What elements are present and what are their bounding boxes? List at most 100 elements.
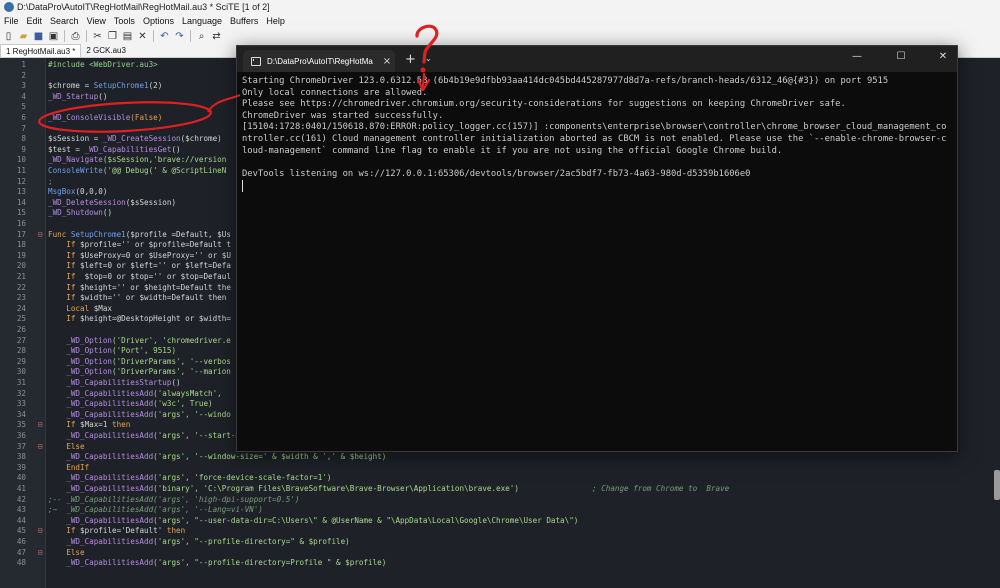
code-text: Func SetupChrome1($profile =Default, $Us (48, 230, 231, 241)
code-token: ('DriverParams', '--marion (112, 367, 231, 377)
maximize-icon[interactable]: ☐ (891, 51, 911, 62)
line-number: 42 (16, 494, 26, 504)
new-file-icon[interactable]: ▯ (2, 30, 15, 43)
line-number: 4 (21, 91, 26, 101)
line-number: 32 (16, 388, 26, 398)
code-text: If $height=@DesktopHeight or $width= (48, 314, 231, 325)
line-number: 14 (16, 197, 26, 207)
close-tab-icon[interactable]: × (379, 56, 395, 67)
print-icon[interactable]: ⎙ (69, 30, 82, 43)
code-text: _WD_CapabilitiesAdd('args', "--user-data… (48, 516, 578, 527)
code-text: Else (48, 548, 84, 559)
fold-marker-icon[interactable]: ⊟ (36, 442, 44, 453)
menu-options[interactable]: Options (139, 14, 178, 28)
code-text: _WD_CapabilitiesAdd('args', '--window-si… (48, 452, 386, 463)
screen: D:\DataPro\AutoIT\RegHotMail\RegHotMail.… (0, 0, 1000, 588)
line-number: 26 (16, 325, 26, 334)
line-number: 6 (21, 113, 26, 122)
code-token: ($sSession,'brave://version (102, 155, 227, 165)
code-text: _WD_Option('Driver', 'chromedriver.e (48, 336, 231, 347)
code-text: MsgBox(0,0,0) (48, 187, 107, 198)
text-cursor (242, 180, 243, 193)
line-number: 3 (21, 81, 26, 91)
redo-icon[interactable]: ↷ (173, 30, 186, 43)
terminal-window[interactable]: D:\DataPro\AutoIT\RegHotMa × + ⌄ — ☐ ✕ S… (236, 45, 958, 452)
code-token: Func (48, 229, 71, 239)
menu-view[interactable]: View (83, 14, 110, 28)
code-text: ;~ _WD_CapabilitiesAdd('args', '--Lang=v… (48, 505, 263, 516)
scite-app-icon (4, 2, 14, 12)
fold-marker-icon[interactable]: ⊟ (36, 420, 44, 431)
code-text: _WD_CapabilitiesAdd('args', 'force-devic… (48, 473, 331, 484)
code-text: _WD_ConsoleVisible(False) (48, 113, 162, 124)
code-text: _WD_CapabilitiesStartup() (48, 378, 180, 389)
line-number: 1 (21, 60, 26, 69)
toolbar-separator (153, 30, 154, 42)
scrollbar-thumb[interactable] (994, 470, 1000, 500)
menu-tools[interactable]: Tools (110, 14, 139, 28)
code-text: _WD_CapabilitiesAdd('args', '--windo (48, 410, 231, 421)
code-text: If $profile='Default' then (48, 526, 185, 537)
line-number: 33 (16, 399, 26, 409)
minimize-icon[interactable]: — (847, 51, 867, 62)
delete-icon[interactable]: ✕ (136, 30, 149, 43)
code-token: ; Change from Chrome to Brave (518, 484, 730, 493)
fold-marker-icon[interactable]: ⊟ (36, 548, 44, 559)
terminal-output[interactable]: Starting ChromeDriver 123.0.6312.58 (6b4… (242, 76, 948, 446)
chevron-down-icon[interactable]: ⌄ (425, 54, 432, 63)
code-token: ($chrome) (180, 134, 222, 144)
save-all-icon[interactable]: ▣ (47, 30, 60, 43)
menu-language[interactable]: Language (178, 14, 226, 28)
code-token: Local (48, 303, 94, 313)
menu-help[interactable]: Help (262, 14, 289, 28)
menu-search[interactable]: Search (46, 14, 83, 28)
terminal-tab[interactable]: D:\DataPro\AutoIT\RegHotMa × (243, 50, 395, 72)
terminal-tab-bar: D:\DataPro\AutoIT\RegHotMa × + ⌄ — ☐ ✕ (237, 46, 957, 72)
line-number: 45 (16, 526, 26, 536)
terminal-line: Please see https://chromedriver.chromium… (242, 99, 846, 110)
fold-marker-icon[interactable]: ⊟ (36, 230, 44, 241)
menu-buffers[interactable]: Buffers (226, 14, 262, 28)
code-text: If $top=0 or $top='' or $top=Defaul (48, 272, 231, 283)
new-tab-icon[interactable]: + (405, 52, 416, 67)
tab-reghotmail[interactable]: 1 RegHotMail.au3 * (0, 44, 82, 57)
menu-edit[interactable]: Edit (23, 14, 47, 28)
code-token: $top=0 or $top='' or $top=Defaul (80, 272, 231, 281)
toolbar-separator (190, 30, 191, 42)
cut-icon[interactable]: ✂ (91, 30, 104, 43)
window-close-icon[interactable]: ✕ (933, 51, 953, 62)
line-number: 22 (16, 282, 26, 292)
tab-gck[interactable]: 2 GCK.au3 (81, 44, 131, 57)
code-token: MsgBox (48, 187, 76, 197)
code-line: 40 _WD_CapabilitiesAdd('args', 'force-de… (0, 473, 1000, 484)
code-line: 44 _WD_CapabilitiesAdd('args', "--user-d… (0, 516, 1000, 527)
find-icon[interactable]: ⌕ (195, 30, 208, 43)
code-token: _WD_Option (48, 356, 113, 366)
line-number: 29 (16, 356, 26, 366)
code-token: $width='' or $width=Default then (80, 293, 227, 303)
code-text: If $Max=1 then (48, 420, 130, 431)
replace-icon[interactable]: ⇄ (210, 30, 223, 43)
code-token: _WD_Navigate (48, 155, 103, 165)
save-icon[interactable]: ■ (32, 30, 45, 43)
code-token: ('Driver', 'chromedriver.e (112, 335, 231, 345)
copy-icon[interactable]: ❐ (106, 30, 119, 43)
code-text: If $profile='' or $profile=Default t (48, 240, 231, 251)
code-line: 46 _WD_CapabilitiesAdd('args', "--profil… (0, 537, 1000, 548)
undo-icon[interactable]: ↶ (158, 30, 171, 43)
code-token: If (48, 272, 81, 281)
line-number: 48 (16, 558, 26, 568)
code-token: ;~ _WD_CapabilitiesAdd('args', '--Lang=v… (48, 505, 263, 515)
open-file-icon[interactable]: ▰ (17, 30, 30, 43)
menu-bar: File Edit Search View Tools Options Lang… (0, 14, 1000, 28)
code-text: ;-- _WD_CapabilitiesAdd('args', 'high-dp… (48, 495, 299, 506)
code-token: = (80, 81, 94, 91)
code-token: If (48, 282, 81, 292)
menu-file[interactable]: File (0, 14, 23, 28)
code-token: ('args', '--window-size=' & $width & ','… (153, 452, 387, 462)
line-number: 25 (16, 314, 26, 324)
code-token: () (98, 91, 108, 101)
fold-marker-icon[interactable]: ⊟ (36, 526, 44, 537)
paste-icon[interactable]: ▤ (121, 30, 134, 43)
